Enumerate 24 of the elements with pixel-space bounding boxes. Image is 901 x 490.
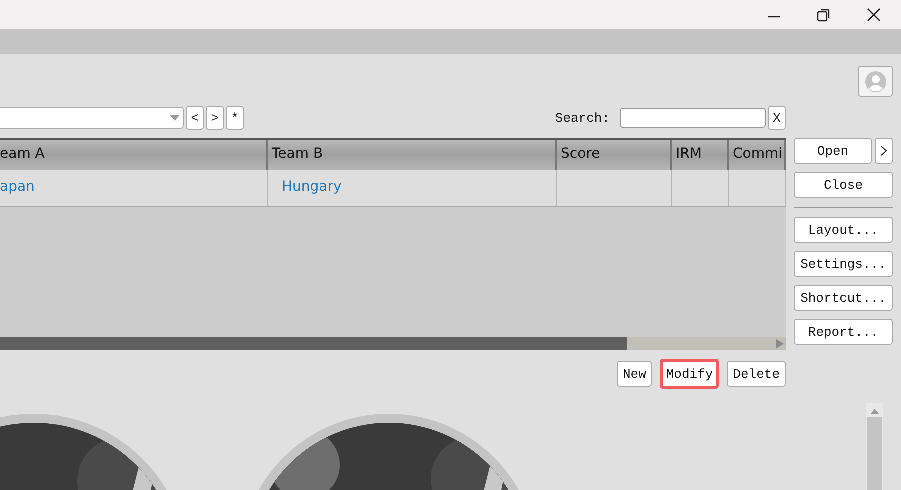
nav-button[interactable]: > bbox=[206, 106, 224, 130]
more-button[interactable] bbox=[875, 138, 893, 164]
scrollbar[interactable] bbox=[866, 403, 883, 490]
action-button[interactable]: New bbox=[616, 361, 652, 387]
side-button[interactable]: Settings... bbox=[794, 251, 893, 277]
nav-button[interactable]: * bbox=[226, 106, 244, 130]
horizontal-scrollbar[interactable] bbox=[0, 337, 786, 350]
side-button[interactable]: Layout... bbox=[794, 217, 893, 243]
dropdown-field[interactable] bbox=[0, 107, 184, 129]
action-button[interactable]: Delete bbox=[727, 361, 786, 387]
side-button[interactable]: Close bbox=[794, 172, 893, 198]
profile-button[interactable] bbox=[858, 66, 893, 97]
dropdown-arrow-icon bbox=[170, 115, 180, 121]
user-icon bbox=[864, 70, 886, 92]
nav-button[interactable]: < bbox=[186, 106, 204, 130]
search-field[interactable] bbox=[620, 108, 766, 128]
clear-search-button[interactable]: X bbox=[768, 106, 786, 130]
side-button[interactable]: Report... bbox=[794, 319, 893, 345]
side-button[interactable]: Open bbox=[794, 138, 872, 164]
action-button[interactable]: Modify bbox=[660, 359, 720, 389]
scroll-right-icon[interactable] bbox=[776, 338, 784, 348]
search-label: Search: bbox=[555, 110, 610, 126]
side-button[interactable]: Shortcut... bbox=[794, 285, 893, 311]
chevron-right-icon bbox=[881, 146, 887, 156]
